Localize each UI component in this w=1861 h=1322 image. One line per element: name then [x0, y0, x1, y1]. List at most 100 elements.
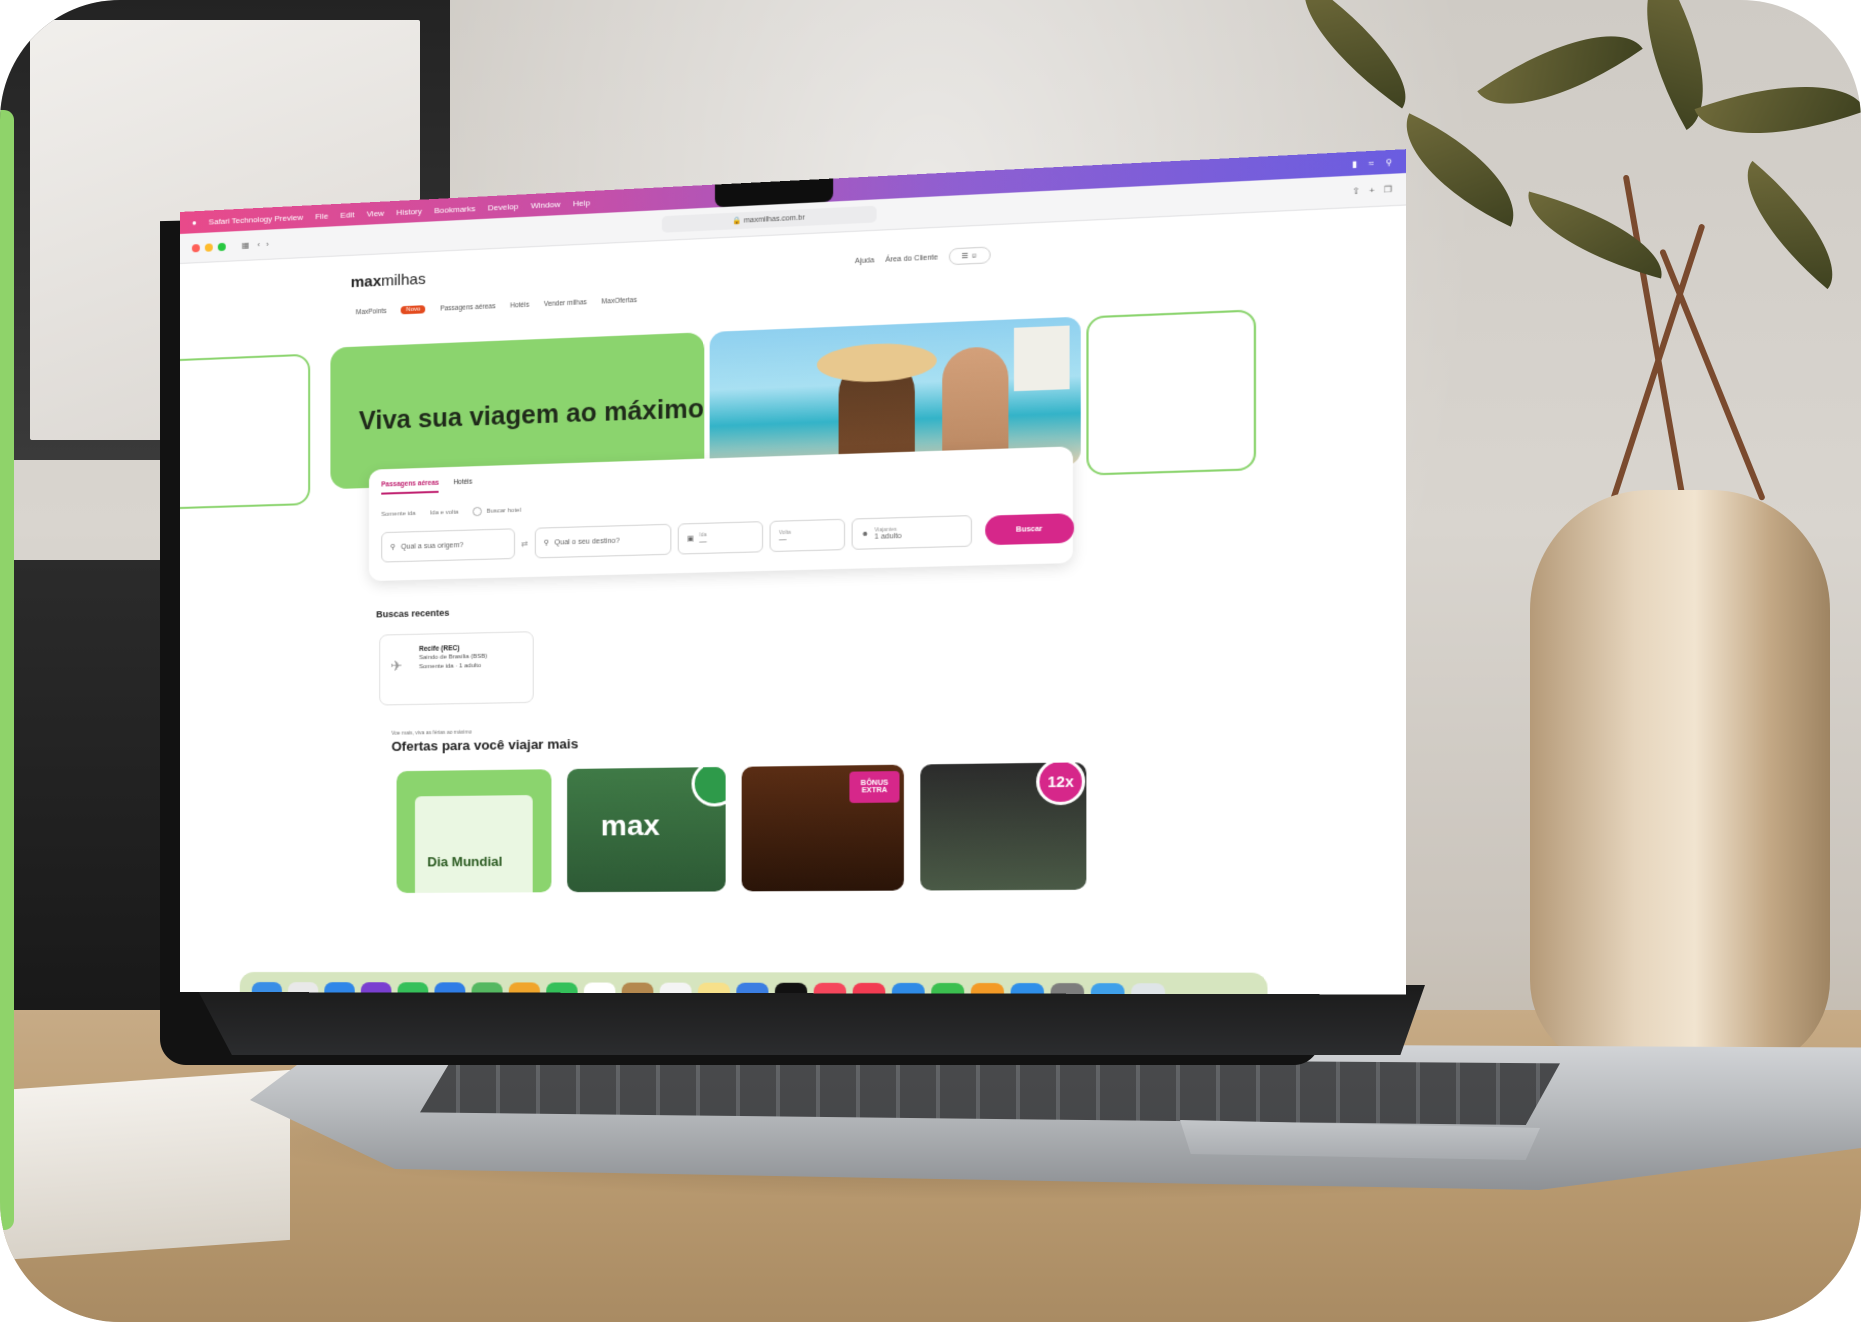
trip-options: Somente ida Ida e volta Buscar hotel — [381, 506, 521, 519]
photo-scene: ● Safari Technology Preview File Edit Vi… — [0, 0, 1861, 1322]
nav-item-hotels[interactable]: Hotéis — [510, 301, 529, 309]
system-settings-icon[interactable] — [1050, 983, 1085, 995]
menubar-item[interactable]: History — [396, 206, 421, 216]
app-store-icon[interactable] — [1010, 983, 1044, 995]
round-trip-select[interactable]: Ida e volta — [430, 509, 458, 516]
menubar-item[interactable]: Help — [573, 198, 590, 208]
reminders-icon[interactable] — [659, 982, 692, 995]
offer-card[interactable]: BÔNUS EXTRA — [741, 764, 904, 892]
photos-icon[interactable] — [508, 982, 540, 995]
forward-icon[interactable]: › — [266, 240, 269, 249]
vase — [1530, 490, 1830, 1070]
account-link[interactable]: Área do Cliente — [885, 254, 938, 264]
swap-icon[interactable]: ⇄ — [521, 539, 528, 548]
sun-hat — [816, 341, 937, 384]
menubar-item[interactable]: Develop — [488, 201, 518, 212]
new-badge: Novo — [401, 305, 426, 315]
apple-icon[interactable]: ● — [192, 218, 197, 227]
music-icon[interactable] — [813, 982, 847, 995]
menubar-item[interactable]: Edit — [340, 210, 354, 220]
keynote-icon[interactable] — [891, 982, 925, 995]
address-bar[interactable]: 🔒 maxmilhas.com.br — [661, 205, 877, 233]
date-out-field[interactable]: ▣ Ida — — [677, 521, 763, 555]
notes-icon[interactable] — [697, 982, 730, 995]
menubar-item[interactable]: Bookmarks — [434, 203, 475, 214]
plant-stem — [1622, 174, 1686, 501]
date-back-label: Volta — [778, 529, 791, 536]
destination-field[interactable]: ⚲ Qual o seu destino? — [534, 523, 672, 559]
recent-details: Somente ida · 1 adulto — [419, 663, 482, 671]
header-links: Ajuda Área do Cliente ☰ ☺ — [855, 246, 991, 269]
nav-item-maxpoints[interactable]: MaxPoints — [356, 307, 387, 315]
news-icon[interactable] — [852, 982, 886, 995]
battery-icon[interactable]: ▮ — [1352, 159, 1357, 169]
nav-item-flights[interactable]: Passagens aéreas — [440, 303, 496, 313]
pages-icon[interactable] — [970, 983, 1004, 995]
laptop-hinge — [195, 985, 1425, 1055]
recent-destination: Recife (REC) — [419, 645, 460, 654]
menubar-item[interactable]: Safari Technology Preview — [209, 212, 303, 226]
travelers-field[interactable]: ☻ Viajantes 1 adulto — [851, 515, 972, 550]
destination-placeholder: Qual o seu destino? — [554, 537, 620, 547]
offer-label: Dia Mundial — [427, 853, 503, 870]
facetime-icon[interactable] — [546, 982, 578, 995]
checkbox-icon — [472, 506, 483, 517]
logo-bold: max — [350, 272, 382, 292]
origin-field[interactable]: ⚲ Qual a sua origem? — [381, 528, 516, 563]
plant-leaf — [1720, 160, 1860, 290]
close-window-button[interactable] — [191, 243, 200, 252]
tabs-overview-icon[interactable]: ❐ — [1384, 185, 1392, 195]
trash-icon[interactable] — [1131, 983, 1166, 995]
offer-label: max — [600, 809, 660, 842]
offers-subtitle: Voe mais, viva as férias ao máximo — [391, 729, 472, 737]
search-icon[interactable]: ⚲ — [1385, 157, 1392, 167]
numbers-icon[interactable] — [931, 982, 965, 995]
book-stack — [0, 1069, 290, 1261]
offer-card[interactable]: max — [567, 766, 726, 893]
minimize-window-button[interactable] — [204, 242, 213, 252]
back-icon[interactable]: ‹ — [257, 240, 260, 249]
user-menu-button[interactable]: ☰ ☺ — [949, 246, 991, 266]
search-tabs: Passagens aéreas Hotéis — [381, 479, 472, 495]
menubar-item[interactable]: View — [367, 208, 385, 218]
downloads-folder-icon[interactable] — [1090, 983, 1125, 995]
date-back-field[interactable]: Volta — — [769, 518, 845, 553]
hero-carousel-next[interactable] — [1086, 309, 1257, 476]
hotel-checkbox[interactable]: Buscar hotel — [472, 506, 521, 517]
tab-flights[interactable]: Passagens aéreas — [381, 479, 439, 495]
laptop-screen: ● Safari Technology Preview File Edit Vi… — [180, 149, 1407, 995]
new-tab-icon[interactable]: + — [1369, 185, 1374, 195]
plant-leaf — [1694, 54, 1861, 166]
recent-origin: Saindo de Brasília (BSB) — [419, 654, 488, 662]
offer-label: 12x — [1036, 762, 1086, 806]
menubar-status: ▮ ≈ ⚲ — [1352, 157, 1392, 169]
nav-item-sell-miles[interactable]: Vender milhas — [544, 299, 587, 308]
search-button[interactable]: Buscar — [984, 513, 1074, 546]
wifi-icon[interactable]: ≈ — [1369, 158, 1374, 168]
freeform-icon[interactable] — [736, 982, 769, 995]
recent-search-card[interactable]: ✈ Recife (REC) Saindo de Brasília (BSB) … — [379, 631, 534, 706]
recent-searches-title: Buscas recentes — [376, 607, 450, 620]
tv-icon[interactable] — [774, 982, 808, 995]
menubar-item[interactable]: File — [315, 211, 328, 221]
calendar-icon: ▣ — [686, 535, 695, 543]
website: maxmilhas Ajuda Área do Cliente ☰ ☺ MaxP… — [180, 206, 1406, 995]
offer-card-inner — [414, 795, 533, 893]
tab-hotels[interactable]: Hotéis — [453, 479, 472, 493]
offer-card[interactable]: Dia Mundial — [396, 769, 552, 893]
green-side-strip — [0, 110, 14, 1230]
person-icon: ☻ — [861, 530, 870, 538]
check-badge-icon — [691, 766, 726, 807]
site-logo[interactable]: maxmilhas — [351, 271, 426, 292]
hero-carousel-prev[interactable] — [180, 353, 311, 510]
offer-card[interactable]: 12x — [920, 762, 1087, 891]
help-link[interactable]: Ajuda — [855, 257, 874, 265]
nav-item-maxofertas[interactable]: MaxOfertas — [602, 296, 637, 305]
calendar-icon[interactable] — [583, 982, 616, 995]
menubar-item[interactable]: Window — [531, 199, 561, 210]
sidebar-toggle-icon[interactable]: ▦ — [242, 241, 250, 250]
one-way-select[interactable]: Somente ida — [381, 510, 415, 517]
contacts-icon[interactable] — [621, 982, 654, 995]
zoom-window-button[interactable] — [217, 242, 226, 251]
share-icon[interactable]: ⇧ — [1352, 186, 1360, 196]
